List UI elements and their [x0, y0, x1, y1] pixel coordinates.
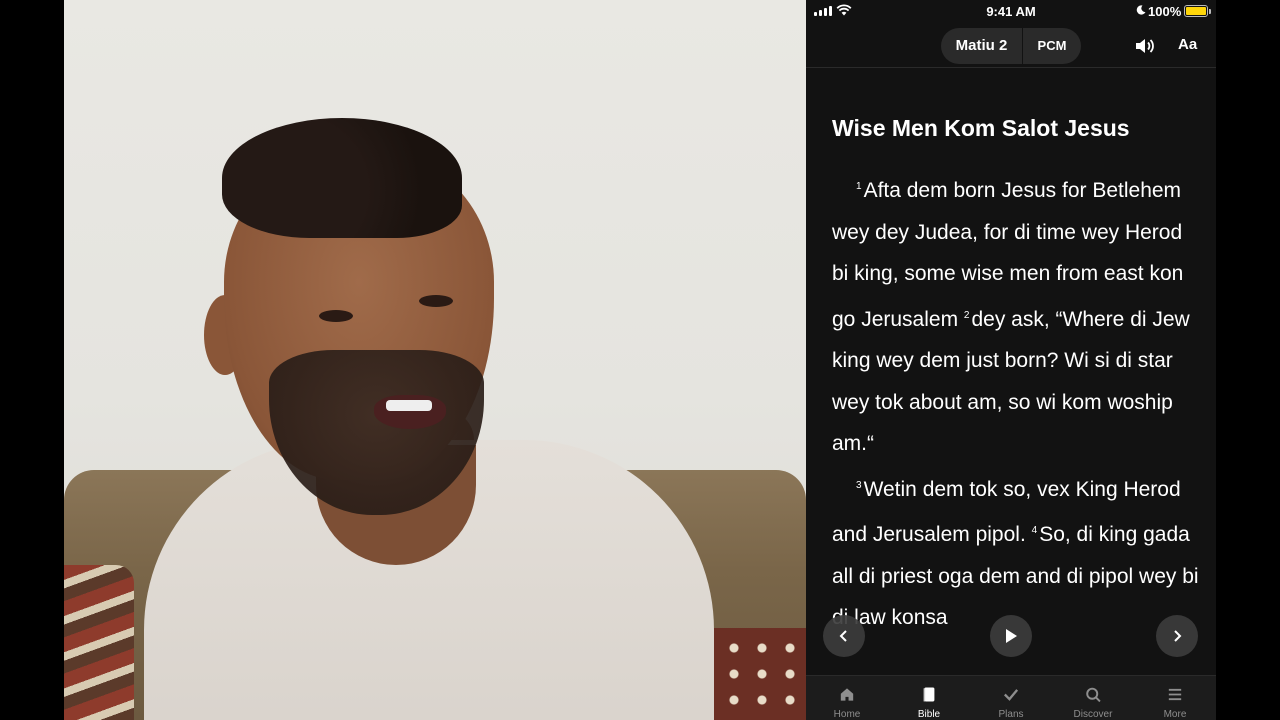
paragraph: 3Wetin dem tok so, vex King Herod and Je…: [832, 465, 1202, 639]
bible-app-screen: 9:41 AM 100% Matiu 2 PCM Aa Wise Men Kom…: [806, 0, 1216, 720]
home-icon: [840, 688, 854, 701]
reader-toolbar: Matiu 2 PCM Aa: [806, 24, 1216, 68]
tab-more[interactable]: More: [1134, 676, 1216, 720]
version-selector-button[interactable]: PCM: [1023, 28, 1081, 64]
tab-bible[interactable]: Bible: [888, 676, 970, 720]
play-audio-button[interactable]: [990, 615, 1032, 657]
tab-label: Home: [833, 709, 861, 720]
tab-label: Discover: [1073, 709, 1113, 720]
tab-label: More: [1163, 709, 1187, 720]
verse-number[interactable]: 1: [856, 181, 862, 192]
play-icon: [1006, 629, 1017, 643]
menu-icon: [1168, 688, 1182, 701]
next-chapter-button[interactable]: [1156, 615, 1198, 657]
chevron-right-icon: [1174, 630, 1182, 642]
previous-chapter-button[interactable]: [823, 615, 865, 657]
tab-home[interactable]: Home: [806, 676, 888, 720]
font-settings-button[interactable]: Aa: [1178, 36, 1197, 53]
section-heading: Wise Men Kom Salot Jesus: [832, 115, 1130, 141]
tab-label: Plans: [998, 709, 1024, 720]
tab-plans[interactable]: Plans: [970, 676, 1052, 720]
search-icon: [1086, 687, 1101, 703]
verse-number[interactable]: 3: [856, 480, 862, 491]
check-icon: [1003, 689, 1019, 701]
scripture-text: Wise Men Kom Salot Jesus 1Afta dem born …: [832, 110, 1202, 639]
battery-percentage: 100%: [1148, 4, 1182, 19]
chevron-left-icon: [839, 630, 847, 642]
chapter-selector-button[interactable]: Matiu 2: [941, 28, 1023, 64]
bottom-tab-bar: Home Bible Plans Discover More: [806, 675, 1216, 720]
status-bar: 9:41 AM 100%: [806, 0, 1216, 22]
speaker-icon[interactable]: [1134, 36, 1156, 56]
battery-icon: [1184, 5, 1211, 17]
verse-number[interactable]: 4: [1032, 525, 1038, 536]
tab-label: Bible: [917, 709, 941, 720]
speaker-hair: [222, 118, 462, 238]
verse-number[interactable]: 2: [964, 310, 970, 321]
moon-icon: [1136, 5, 1146, 15]
video-feed: [64, 0, 806, 720]
paragraph: 1Afta dem born Jesus for Betlehem wey de…: [832, 166, 1202, 465]
tab-discover[interactable]: Discover: [1052, 676, 1134, 720]
reference-selector: Matiu 2 PCM: [941, 28, 1081, 64]
book-icon: [923, 687, 935, 702]
speaker-person: [104, 110, 724, 720]
